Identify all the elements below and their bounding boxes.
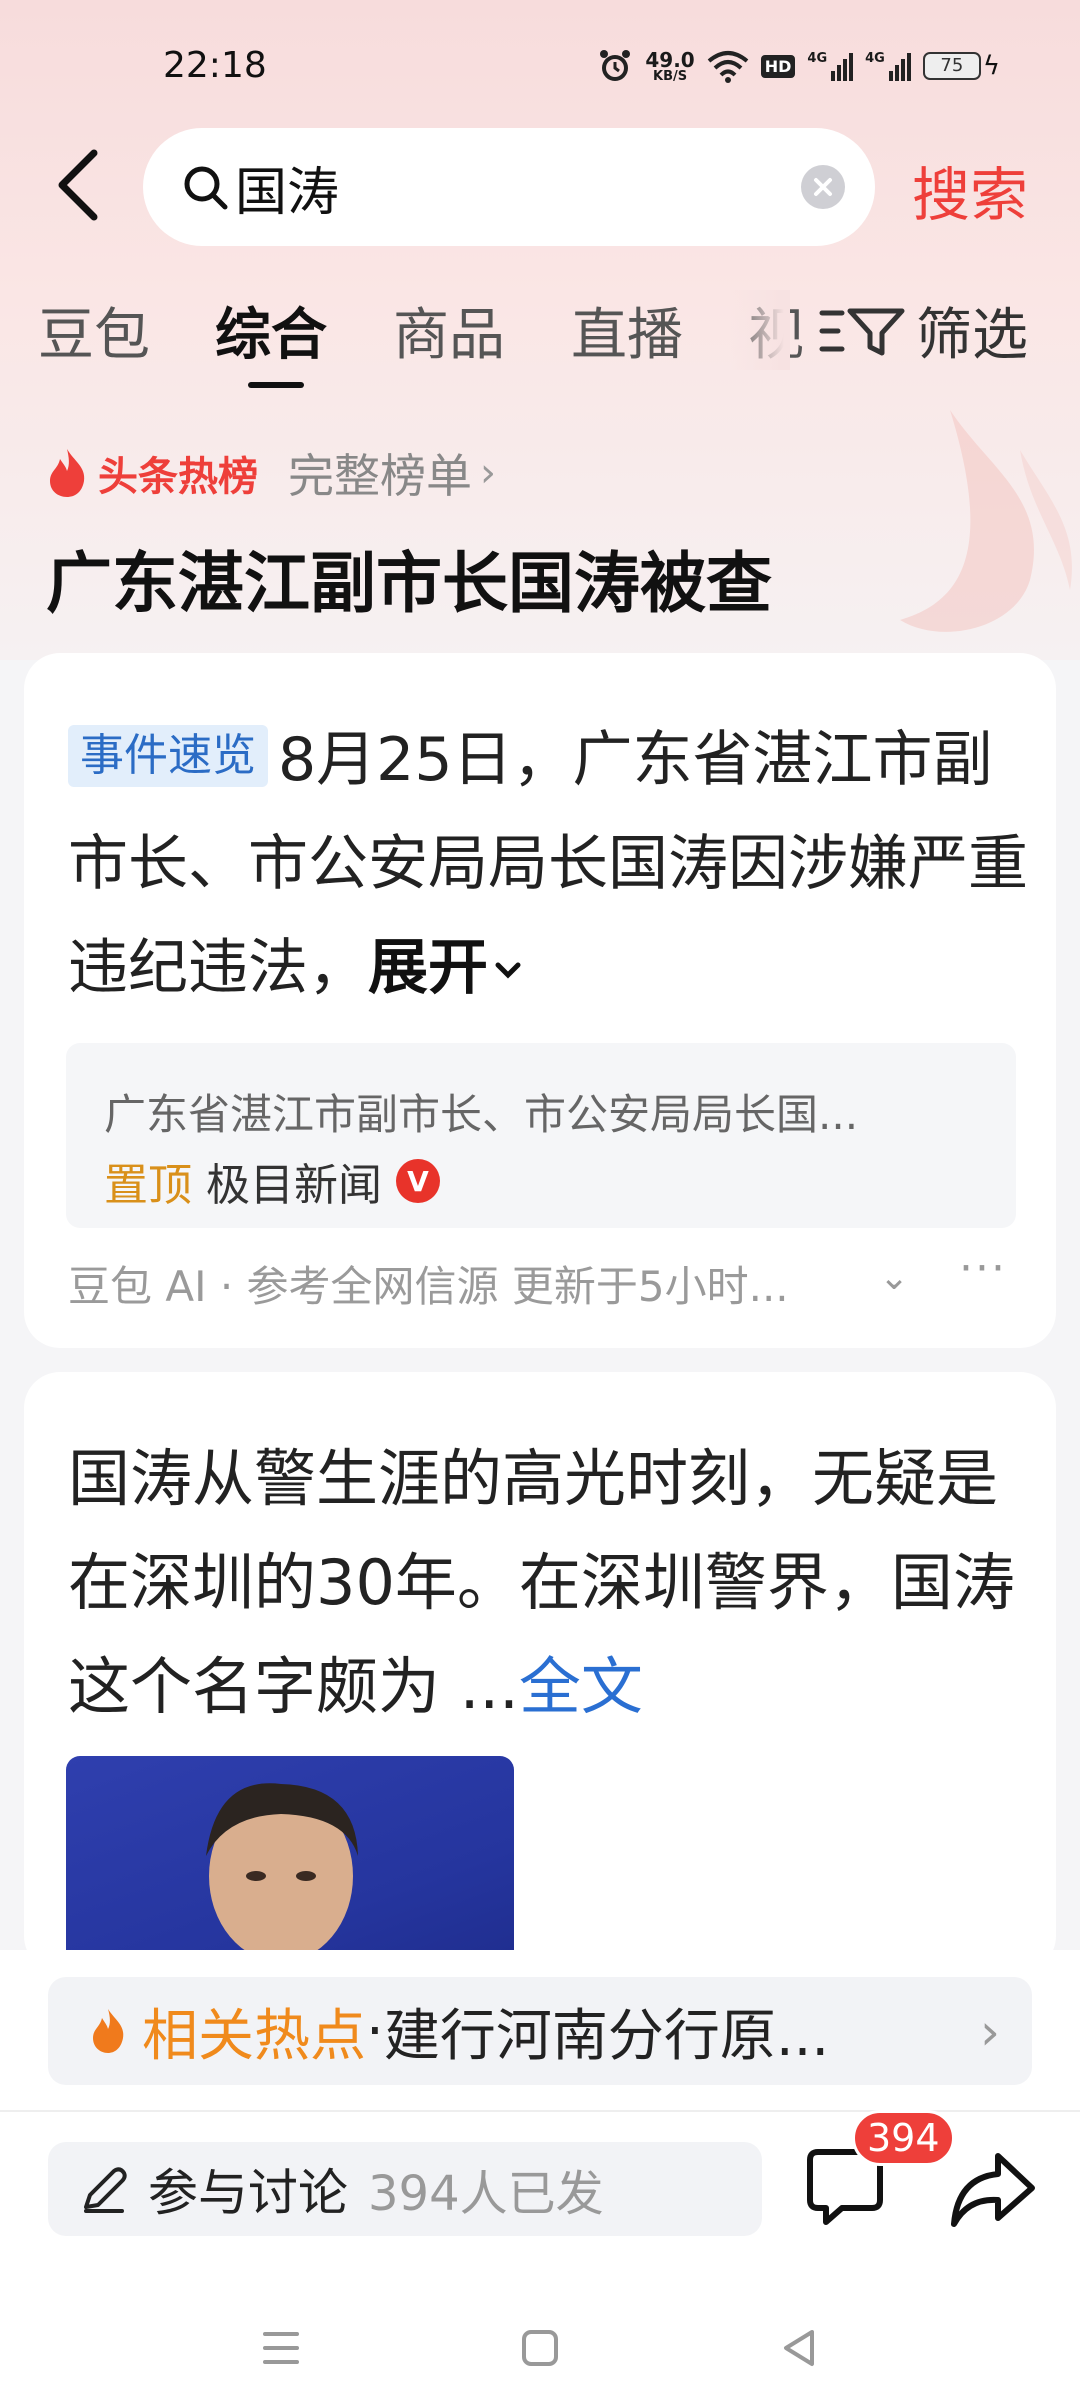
discussion-label: 参与讨论 [148,2164,348,2222]
signal-2-icon: 4G [865,51,911,81]
person-photo-icon [206,1783,359,1972]
system-nav-bar [0,2290,1080,2400]
signal-2-label: 4G [865,51,885,66]
source-meta: 置顶 极目新闻 V [104,1149,440,1213]
related-topic: 建行河南分行原... [383,2003,830,2069]
share-icon[interactable] [948,2144,1038,2234]
article-card[interactable]: 国涛从警生涯的高光时刻，无疑是在深圳的30年。在深圳警界，国涛这个名字颇为 ..… [24,1372,1056,1972]
battery-icon: 75 ϟ [922,51,1000,81]
hot-list-label: 头条热榜 [98,454,258,500]
active-tab-indicator [248,382,304,388]
battery-level: 75 [922,52,981,80]
tab-comprehensive[interactable]: 综合 [215,290,327,371]
more-options-icon[interactable]: ··· [959,1243,1007,1294]
flame-icon [93,2009,124,2053]
summary-text-block: 事件速览 8月25日，广东省湛江市副市长、市公安局局长国涛因涉嫌严重违纪违法，展开 [68,708,1028,1020]
source-name: 极目新闻 [206,1160,382,1211]
chevron-down-icon [495,962,521,979]
signal-1-label: 4G [807,51,828,66]
alarm-icon [600,50,631,81]
related-hot-topic[interactable]: 相关热点 · 建行河南分行原... › [48,1977,1032,2085]
back-icon[interactable] [770,2318,830,2378]
search-button[interactable]: 搜索 [912,148,1028,232]
back-arrow-icon[interactable] [50,145,110,225]
expand-label: 展开 [368,933,488,1003]
related-label: 相关热点 [142,2003,366,2069]
search-icon [184,166,228,210]
hot-list-row[interactable]: 头条热榜 完整榜单 › [44,440,496,506]
pinned-label: 置顶 [104,1160,192,1211]
hot-headline[interactable]: 广东湛江副市长国涛被查 [46,530,772,626]
status-bar: 22:18 49.0 KB/S HD 4G 4G 75 ϟ [0,0,1080,130]
expand-button[interactable]: 展开 [368,933,528,1003]
menu-icon[interactable] [251,2318,311,2378]
net-speed-value: 49.0 [645,47,695,72]
tab-live[interactable]: 直播 [571,290,683,371]
filter-label: 筛选 [916,303,1028,368]
clear-icon[interactable] [801,165,845,209]
chevron-right-icon: › [980,2003,1000,2061]
discussion-count: 394人已发 [368,2166,604,2222]
pen-icon [84,2167,127,2213]
related-separator: · [366,1998,384,2064]
verified-badge: V [396,1159,440,1203]
ai-source-footer: 豆包 AI · 参考全网信源 更新于5小时... [68,1262,789,1311]
filter-button[interactable]: 筛选 [818,290,1028,371]
full-list-link[interactable]: 完整榜单 [288,440,472,506]
tab-fade [730,290,790,370]
category-tabs: 豆包 综合 商品 直播 视 筛选 [0,290,1080,390]
filter-icon [819,308,905,355]
tab-doubao[interactable]: 豆包 [38,290,150,371]
article-excerpt: 国涛从警生涯的高光时刻，无疑是在深圳的30年。在深圳警界，国涛这个名字颇为 ..… [68,1427,1038,1739]
source-article[interactable]: 广东省湛江市副市长、市公安局局长国... 置顶 极目新闻 V [66,1043,1016,1228]
comment-count-badge: 394 [852,2110,955,2166]
net-speed-unit: KB/S [653,68,688,84]
event-summary-tag: 事件速览 [68,725,268,787]
chevron-down-icon[interactable]: ⌄ [879,1257,909,1298]
full-text-link[interactable]: 全文 [519,1650,643,1723]
status-icons: 49.0 KB/S HD 4G 4G 75 ϟ [597,44,1000,88]
event-summary-card: 事件速览 8月25日，广东省湛江市副市长、市公安局局长国涛因涉嫌严重违纪违法，展开… [24,653,1056,1348]
search-query[interactable]: 国涛 [235,150,339,225]
flame-icon [50,449,85,497]
charging-icon: ϟ [982,51,1000,81]
decorative-flame-icon [900,410,1072,632]
hd-badge: HD [760,54,796,78]
source-title: 广东省湛江市副市长、市公安局局长国... [104,1090,859,1139]
status-time: 22:18 [163,45,267,86]
tab-products[interactable]: 商品 [393,290,505,371]
article-image[interactable] [66,1756,514,1972]
search-input[interactable]: 国涛 [143,128,875,246]
discussion-input[interactable]: 参与讨论 394人已发 [48,2142,762,2236]
home-icon[interactable] [510,2318,570,2378]
signal-1-icon: 4G [807,51,854,81]
network-speed: 49.0 KB/S [645,50,694,83]
chevron-right-icon: › [480,450,496,496]
wifi-icon [707,51,749,83]
